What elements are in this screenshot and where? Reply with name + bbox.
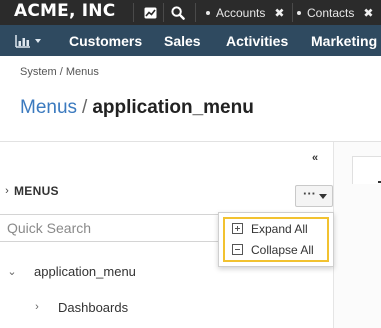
tab-accounts[interactable]: Accounts ✖ xyxy=(206,0,284,25)
dashboard-icon[interactable] xyxy=(139,3,161,22)
topbar-divider xyxy=(292,3,293,22)
minus-square-icon xyxy=(232,244,243,255)
content-tab[interactable] xyxy=(352,156,381,184)
chevron-down-icon[interactable]: ⌄ xyxy=(4,265,20,278)
tab-label: Contacts xyxy=(307,5,355,20)
chevron-right-icon[interactable]: › xyxy=(29,301,45,313)
close-icon[interactable]: ✖ xyxy=(274,6,284,20)
main-nav: Customers Sales Activities Marketing xyxy=(0,25,381,56)
divider xyxy=(0,141,381,142)
topbar-divider xyxy=(195,3,196,22)
nav-sales[interactable]: Sales xyxy=(164,25,201,56)
bar-chart-icon xyxy=(14,34,41,48)
tree-node-label: application_menu xyxy=(34,263,136,279)
top-bar: ACME, INC Accounts ✖ Contacts ✖ xyxy=(0,0,381,25)
tree-header-label: MENUS xyxy=(14,184,59,198)
tree-actions-button[interactable]: ··· xyxy=(295,185,333,207)
page-title-separator: / xyxy=(82,97,88,118)
quick-search-input[interactable] xyxy=(0,214,220,242)
tab-dot xyxy=(206,10,210,15)
page-title-current: application_menu xyxy=(92,97,254,118)
topbar-divider xyxy=(133,3,134,22)
nav-activities[interactable]: Activities xyxy=(226,25,288,56)
nav-customers[interactable]: Customers xyxy=(69,25,142,56)
page-title: Menus / application_menu xyxy=(20,97,254,119)
plus-square-icon xyxy=(232,223,243,234)
topbar-divider xyxy=(163,3,164,22)
search-icon[interactable] xyxy=(167,3,189,22)
tree-header[interactable]: › MENUS xyxy=(0,184,59,198)
tab-contacts[interactable]: Contacts ✖ xyxy=(297,0,373,25)
chevron-right-icon: › xyxy=(5,185,9,197)
page-title-parent-link[interactable]: Menus xyxy=(20,97,77,118)
breadcrumb: System / Menus xyxy=(20,66,99,78)
collapse-sidebar-icon[interactable]: « xyxy=(312,152,318,164)
collapse-all-menu-item[interactable]: Collapse All xyxy=(232,241,314,258)
tab-dot xyxy=(297,10,301,15)
expand-all-menu-item[interactable]: Expand All xyxy=(232,220,308,237)
tree-node-application-menu[interactable]: ⌄ application_menu xyxy=(4,262,136,280)
tree-node-dashboards[interactable]: › Dashboards xyxy=(29,298,128,316)
tree-node-label: Dashboards xyxy=(58,299,129,315)
caret-down-icon xyxy=(319,194,327,199)
brand-logo-text[interactable]: ACME, INC xyxy=(14,1,115,21)
more-icon: ··· xyxy=(303,185,316,201)
nav-marketing[interactable]: Marketing xyxy=(311,25,377,56)
reports-menu-button[interactable] xyxy=(0,25,57,56)
menu-item-label: Collapse All xyxy=(251,242,314,257)
menu-item-label: Expand All xyxy=(251,221,308,236)
close-icon[interactable]: ✖ xyxy=(363,6,373,20)
tab-label: Accounts xyxy=(216,5,266,20)
